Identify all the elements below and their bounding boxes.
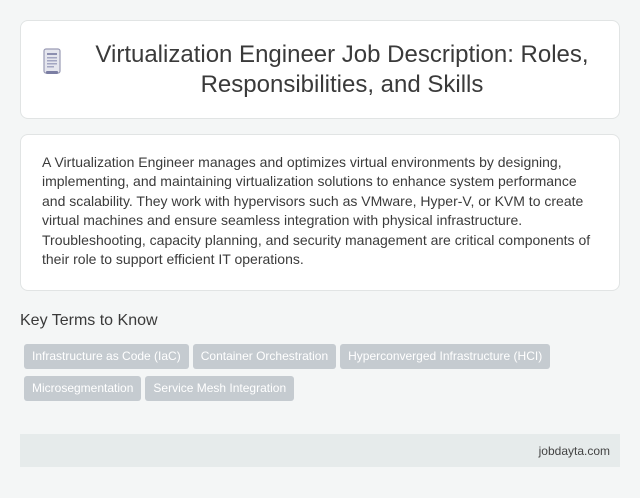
page: Virtualization Engineer Job Description:… (0, 0, 640, 498)
key-terms-list: Infrastructure as Code (IaC) Container O… (20, 344, 620, 408)
key-term-tag[interactable]: Microsegmentation (24, 376, 142, 401)
key-term-tag[interactable]: Hyperconverged Infrastructure (HCI) (340, 344, 551, 369)
page-title: Virtualization Engineer Job Description:… (95, 40, 589, 98)
description-card: A Virtualization Engineer manages and op… (20, 134, 620, 291)
key-term-tag[interactable]: Service Mesh Integration (145, 376, 295, 401)
key-term-tag[interactable]: Container Orchestration (192, 344, 337, 369)
footer-site-link[interactable]: jobdayta.com (539, 444, 610, 458)
key-term-tag[interactable]: Infrastructure as Code (IaC) (24, 344, 189, 369)
footer: jobdayta.com (20, 434, 620, 467)
document-icon (43, 47, 61, 74)
title-card: Virtualization Engineer Job Description:… (20, 20, 620, 119)
key-terms-heading: Key Terms to Know (20, 312, 158, 329)
description-text: A Virtualization Engineer manages and op… (42, 154, 591, 268)
